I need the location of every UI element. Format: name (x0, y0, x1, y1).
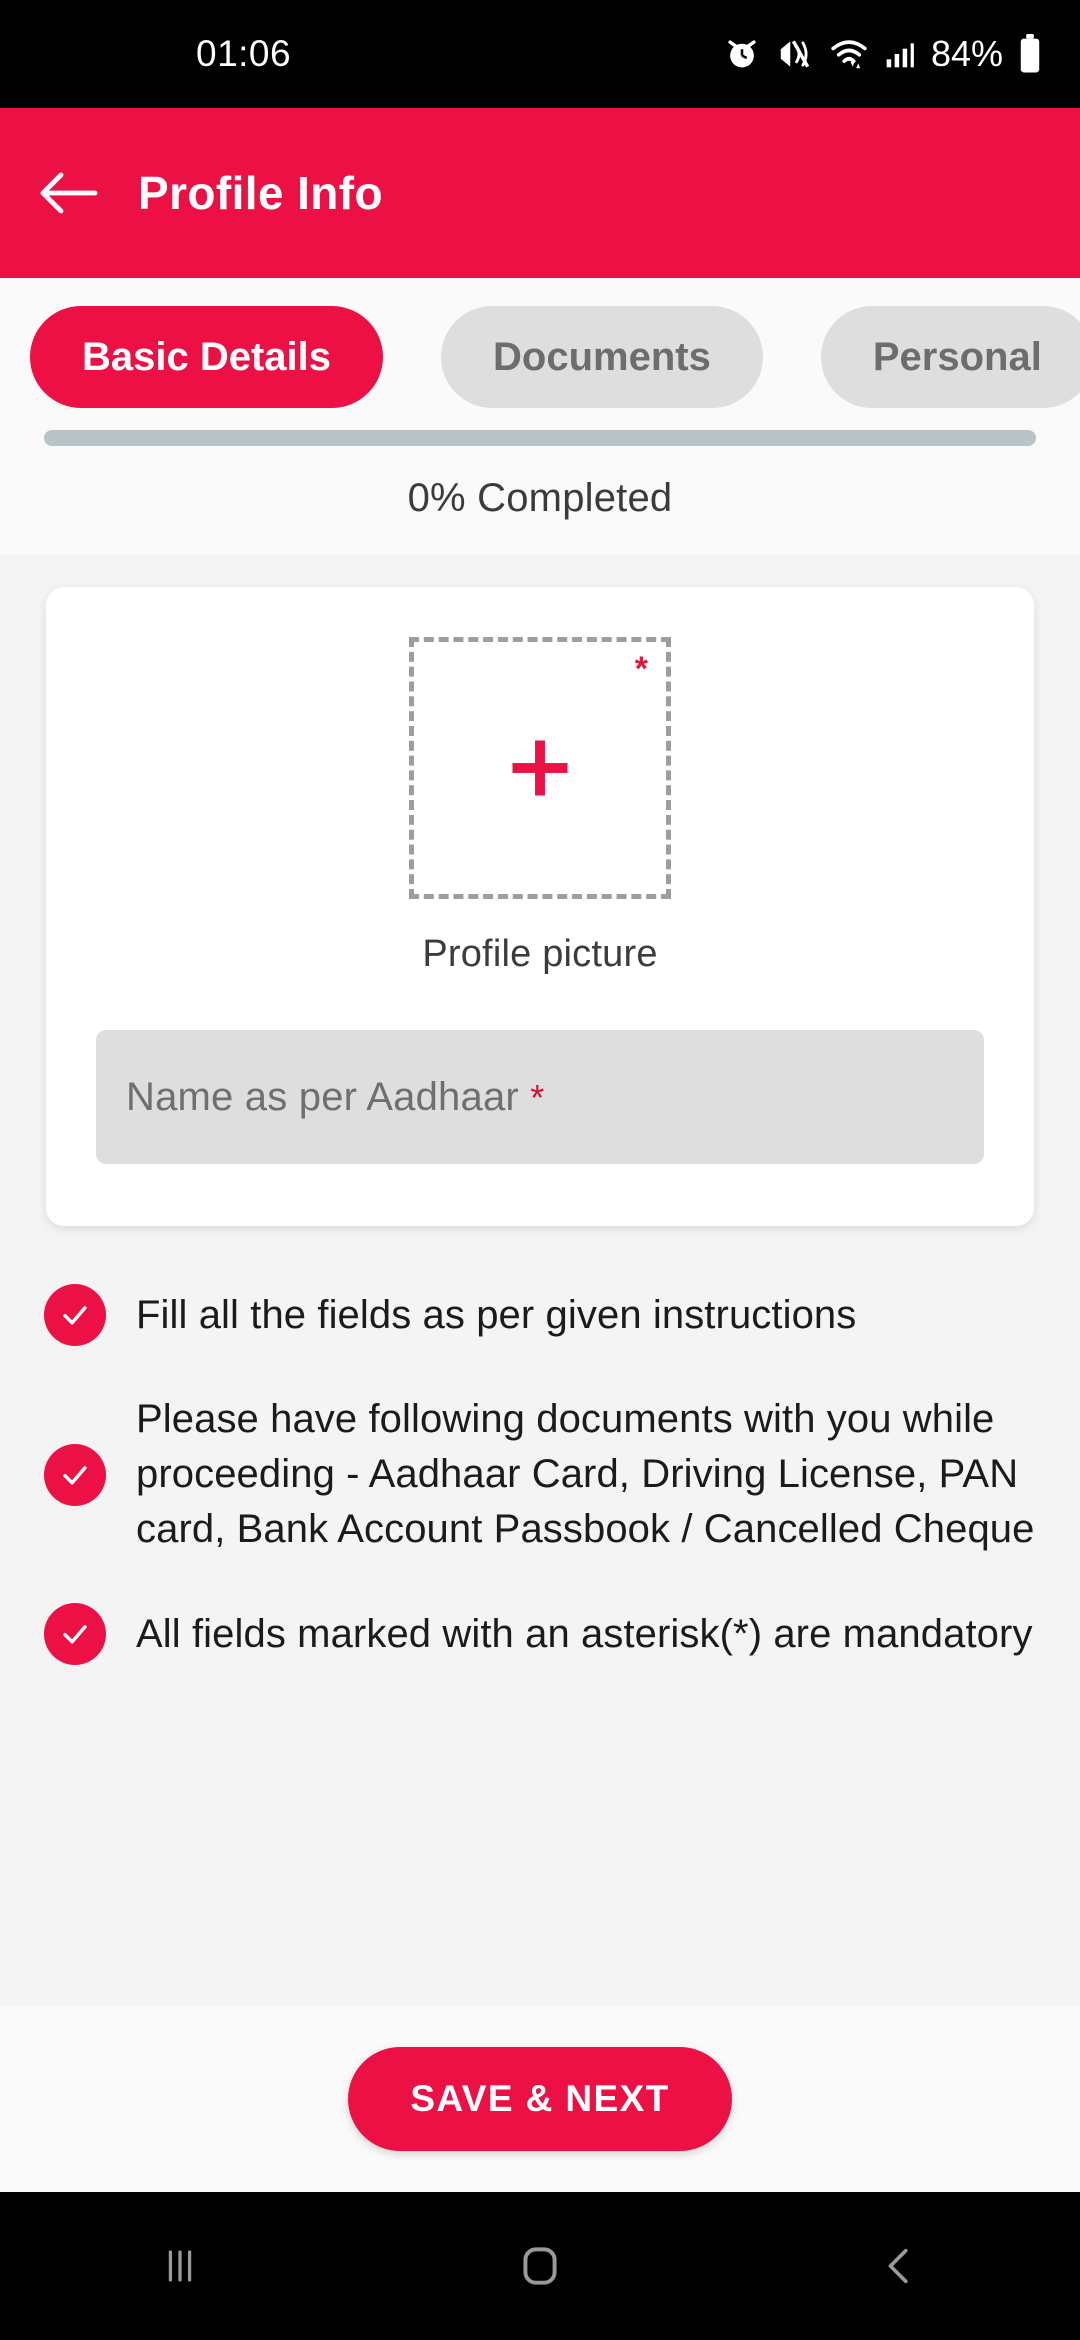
progress-section: 0% Completed (0, 430, 1080, 555)
save-and-next-button[interactable]: SAVE & NEXT (348, 2047, 732, 2151)
profile-picture-label: Profile picture (422, 933, 658, 975)
status-bar: 01:06 84% (0, 0, 1080, 108)
status-bar-clock: 01:06 (196, 33, 292, 74)
progress-label: 0% Completed (407, 476, 673, 520)
back-icon[interactable] (800, 2192, 1000, 2340)
alarm-icon (723, 35, 761, 73)
name-as-per-aadhaar-input[interactable]: Name as per Aadhaar * (96, 1030, 984, 1164)
instruction-text: Fill all the fields as per given instruc… (136, 1292, 857, 1337)
vibrate-icon (776, 35, 814, 73)
profile-picture-upload[interactable]: * (409, 637, 671, 899)
name-input-placeholder: Name as per Aadhaar * (126, 1074, 545, 1119)
tab-strip[interactable]: Basic Details Documents Personal (0, 278, 1080, 430)
battery-icon (1018, 34, 1042, 74)
status-bar-icons: 84% (723, 33, 1042, 75)
progress-bar (44, 430, 1036, 446)
check-circle-icon (44, 1603, 106, 1665)
recents-icon[interactable] (80, 2192, 280, 2340)
phone-screen: 01:06 84% Profile Info Basic Details Doc… (0, 0, 1080, 2340)
back-arrow-icon[interactable] (30, 154, 108, 232)
list-item: Fill all the fields as per given instruc… (44, 1284, 1036, 1346)
content-area: * Profile picture Name as per Aadhaar * (0, 555, 1080, 2006)
tab-documents[interactable]: Documents (441, 306, 763, 408)
required-asterisk: * (530, 1076, 545, 1118)
tab-personal[interactable]: Personal (820, 306, 1080, 408)
instruction-text: All fields marked with an asterisk(*) ar… (136, 1611, 1033, 1656)
check-circle-icon (44, 1443, 106, 1506)
required-asterisk: * (634, 650, 648, 688)
tab-basic-details[interactable]: Basic Details (30, 306, 384, 408)
page-title: Profile Info (138, 167, 384, 219)
home-icon[interactable] (440, 2192, 640, 2340)
list-item: All fields marked with an asterisk(*) ar… (44, 1603, 1036, 1665)
battery-percent-label: 84% (930, 33, 1003, 74)
instructions-list: Fill all the fields as per given instruc… (44, 1284, 1036, 1665)
list-item: Please have following documents with you… (44, 1392, 1036, 1557)
footer-bar: SAVE & NEXT (0, 2006, 1080, 2192)
signal-icon (884, 35, 916, 73)
app-bar: Profile Info (0, 108, 1080, 278)
basic-details-card: * Profile picture Name as per Aadhaar * (46, 587, 1034, 1226)
instruction-text: Please have following documents with you… (136, 1397, 1035, 1551)
wifi-icon (829, 35, 869, 73)
plus-icon (512, 740, 568, 796)
system-nav-bar (0, 2192, 1080, 2340)
check-circle-icon (44, 1284, 106, 1346)
